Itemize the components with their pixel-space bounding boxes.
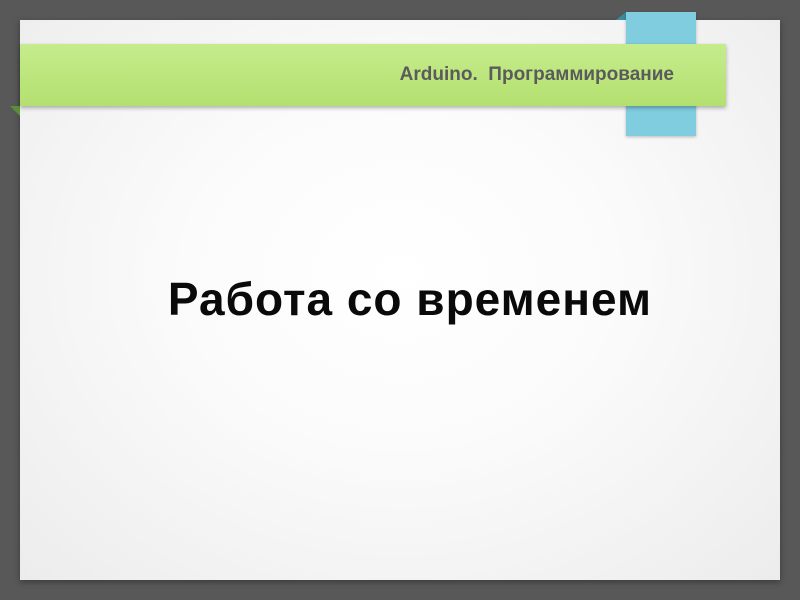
bookmark-fold xyxy=(616,12,626,20)
title-banner: Arduino. Программирование xyxy=(20,44,726,106)
slide-heading: Работа со временем xyxy=(167,273,653,325)
banner-fold xyxy=(10,106,20,116)
banner-title: Arduino. Программирование xyxy=(399,64,674,85)
